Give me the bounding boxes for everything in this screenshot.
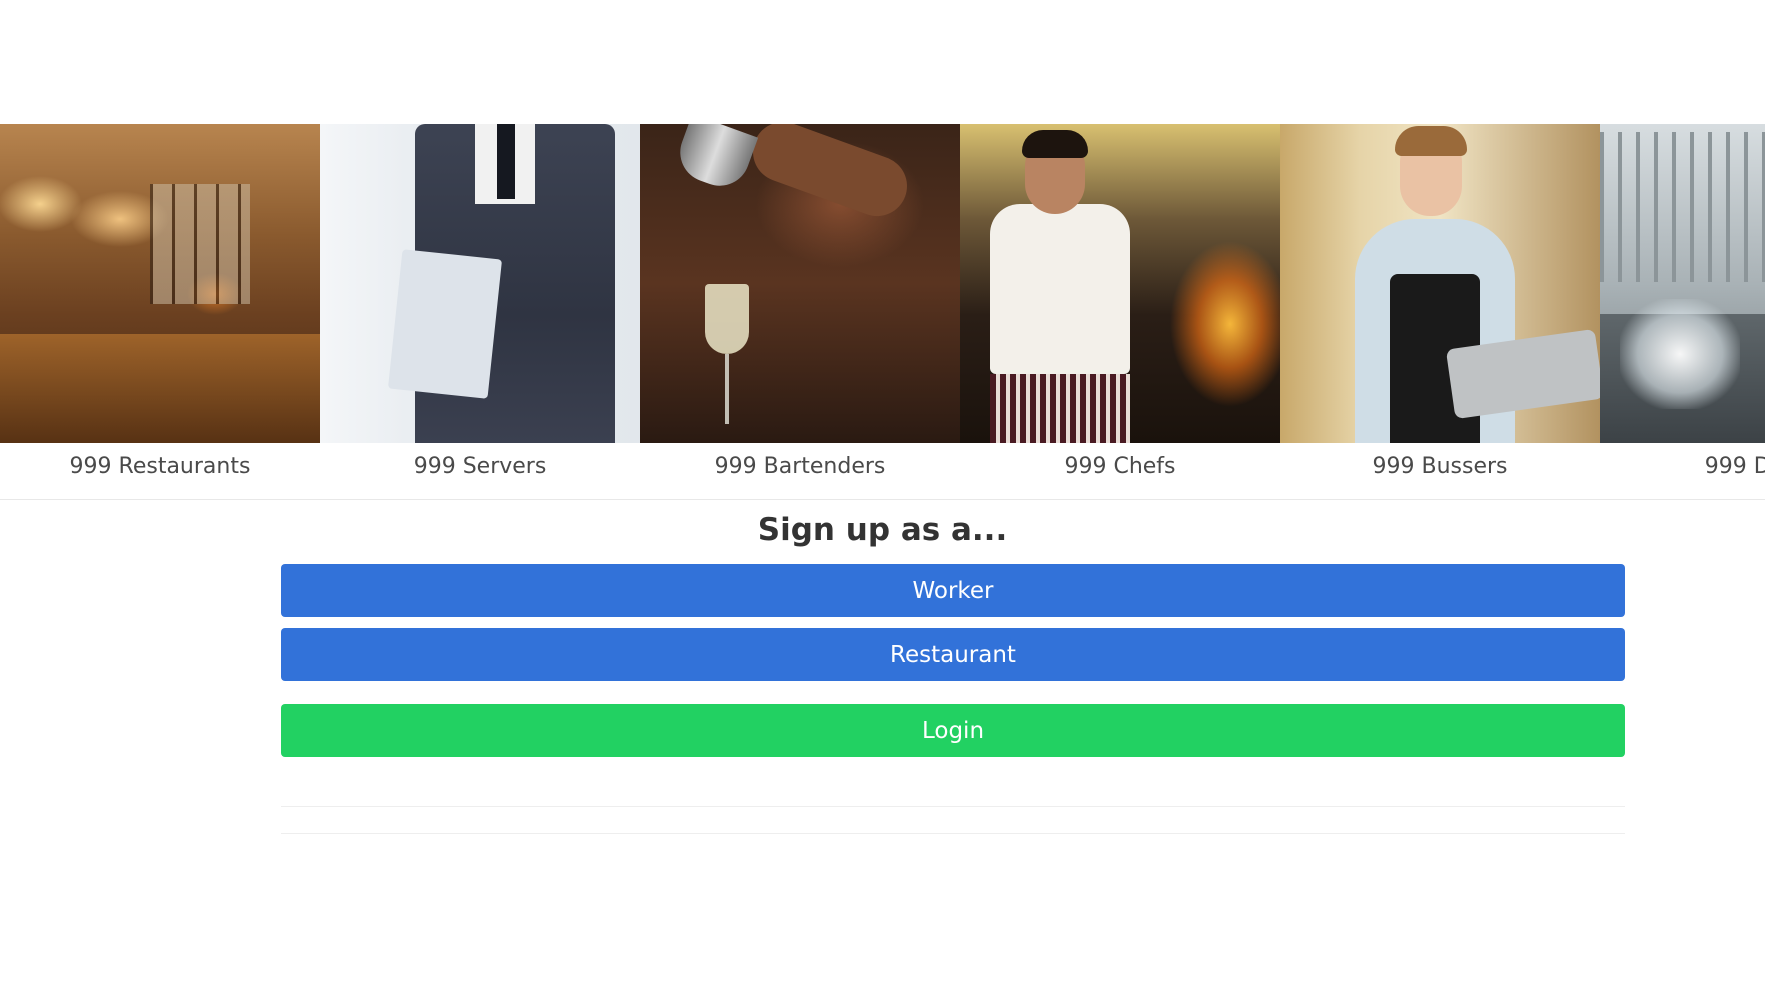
signup-restaurant-button[interactable]: Restaurant bbox=[281, 628, 1625, 681]
slide-caption: 999 Bussers bbox=[1372, 454, 1508, 479]
divider bbox=[281, 806, 1625, 807]
restaurant-interior-image bbox=[0, 124, 320, 443]
carousel-slide-dishwashers[interactable]: 999 Dishv bbox=[1600, 124, 1765, 499]
signup-title: Sign up as a... bbox=[757, 512, 1008, 548]
slide-caption: 999 Dishv bbox=[1704, 454, 1765, 479]
divider bbox=[281, 833, 1625, 834]
login-button[interactable]: Login bbox=[281, 704, 1625, 757]
chef-image bbox=[960, 124, 1280, 443]
slide-caption: 999 Bartenders bbox=[714, 454, 886, 479]
dishwasher-image bbox=[1600, 124, 1765, 443]
carousel-slide-chefs[interactable]: 999 Chefs bbox=[960, 124, 1280, 499]
server-image bbox=[320, 124, 640, 443]
busser-image bbox=[1280, 124, 1600, 443]
carousel-slide-bartenders[interactable]: 999 Bartenders bbox=[640, 124, 960, 499]
slide-caption: 999 Servers bbox=[413, 454, 547, 479]
carousel-track: 999 Restaurants 999 Servers 999 Bartende… bbox=[0, 124, 1765, 499]
landing-page: 999 Restaurants 999 Servers 999 Bartende… bbox=[0, 0, 1765, 993]
carousel-slide-restaurants[interactable]: 999 Restaurants bbox=[0, 124, 320, 499]
carousel-slide-servers[interactable]: 999 Servers bbox=[320, 124, 640, 499]
slide-caption: 999 Restaurants bbox=[69, 454, 251, 479]
bartender-image bbox=[640, 124, 960, 443]
category-carousel[interactable]: 999 Restaurants 999 Servers 999 Bartende… bbox=[0, 124, 1765, 500]
signup-worker-button[interactable]: Worker bbox=[281, 564, 1625, 617]
carousel-slide-bussers[interactable]: 999 Bussers bbox=[1280, 124, 1600, 499]
slide-caption: 999 Chefs bbox=[1064, 454, 1176, 479]
